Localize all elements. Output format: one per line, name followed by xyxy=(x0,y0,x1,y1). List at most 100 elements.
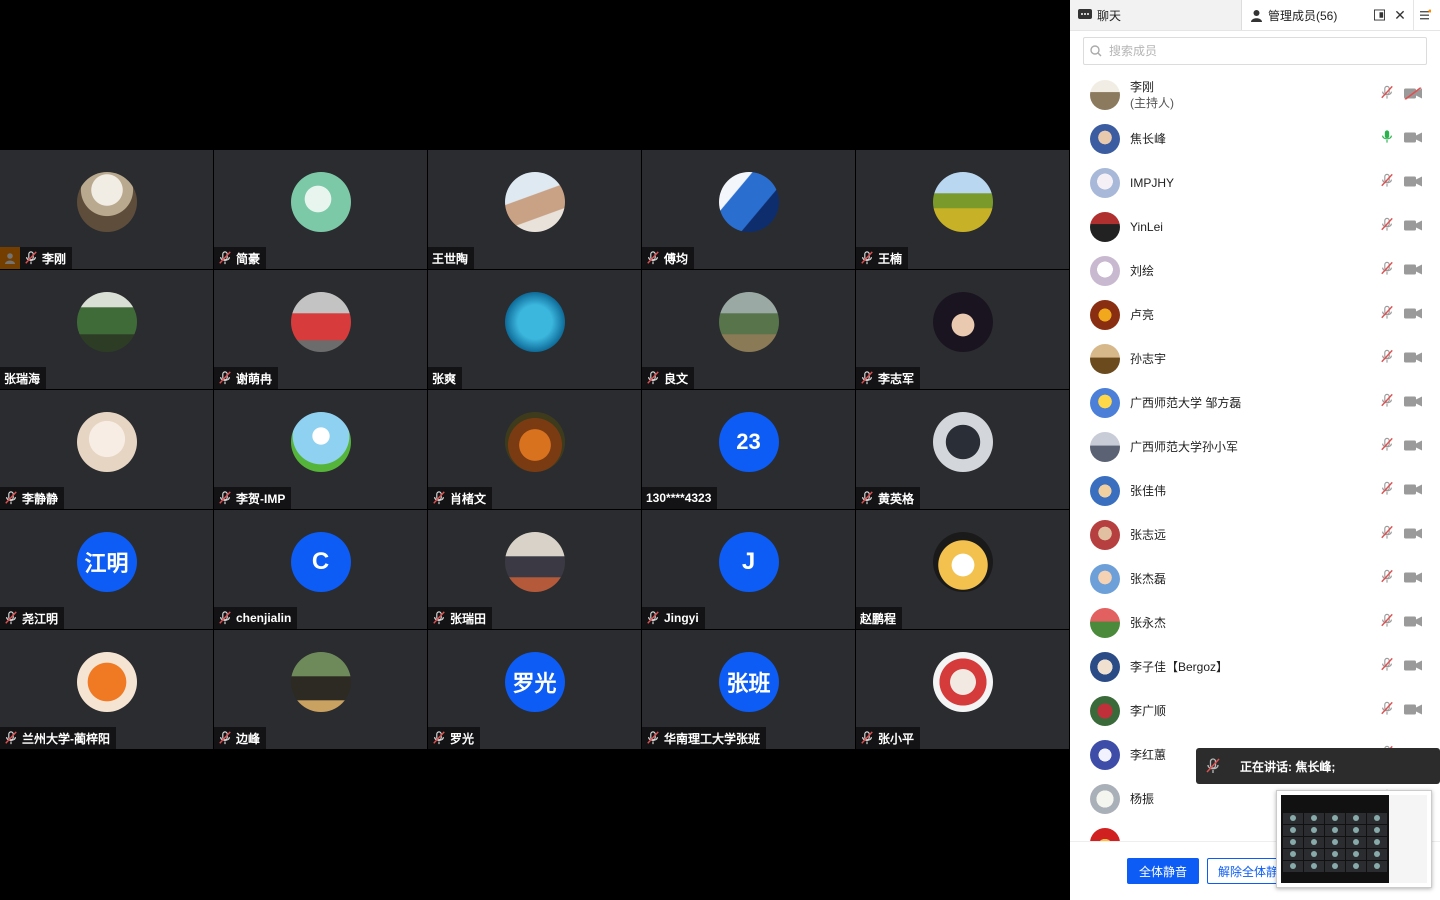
camera-icon[interactable] xyxy=(1404,438,1422,456)
member-name: 孙志宇 xyxy=(1130,352,1167,366)
video-tile[interactable]: 罗光 罗光 xyxy=(428,630,641,749)
mic-muted-icon xyxy=(218,611,232,625)
camera-icon[interactable] xyxy=(1404,570,1422,588)
video-tile[interactable]: 谢萌冉 xyxy=(214,270,427,389)
camera-icon[interactable] xyxy=(1404,262,1422,280)
member-row[interactable]: 李刚 (主持人) xyxy=(1070,73,1440,117)
camera-icon[interactable] xyxy=(1404,130,1422,148)
member-controls xyxy=(1380,613,1422,633)
avatar xyxy=(1090,300,1120,330)
preview-tile xyxy=(1283,849,1303,860)
camera-icon[interactable] xyxy=(1404,702,1422,720)
participant-name: 傅均 xyxy=(664,251,689,266)
video-tile[interactable]: 简豪 xyxy=(214,150,427,269)
video-tile[interactable]: 王楠 xyxy=(856,150,1069,269)
avatar xyxy=(932,292,993,352)
member-row[interactable]: 张佳伟 xyxy=(1070,469,1440,513)
camera-icon[interactable] xyxy=(1404,174,1422,192)
member-row[interactable]: 张永杰 xyxy=(1070,601,1440,645)
member-row[interactable]: 张杰磊 xyxy=(1070,557,1440,601)
camera-icon[interactable] xyxy=(1404,614,1422,632)
video-tile[interactable]: 王世陶 xyxy=(428,150,641,269)
participant-nametag: 李贺-IMP xyxy=(214,487,292,509)
camera-icon[interactable] xyxy=(1404,394,1422,412)
participant-nametag: 王世陶 xyxy=(428,247,475,269)
member-row[interactable]: IMPJHY xyxy=(1070,161,1440,205)
search-input[interactable] xyxy=(1107,43,1426,59)
member-row[interactable]: 刘绘 xyxy=(1070,249,1440,293)
video-tile[interactable]: 张瑞田 xyxy=(428,510,641,629)
mic-muted-icon[interactable] xyxy=(1380,569,1394,589)
close-icon[interactable]: ✕ xyxy=(1392,7,1408,23)
video-tile[interactable]: 张瑞海 xyxy=(0,270,213,389)
avatar xyxy=(1090,168,1120,198)
mic-icon[interactable] xyxy=(1380,130,1394,149)
video-tile[interactable]: 23 130****4323 xyxy=(642,390,855,509)
tab-chat[interactable]: 聊天 xyxy=(1070,0,1242,30)
mute-all-button[interactable]: 全体静音 xyxy=(1127,858,1199,884)
member-row[interactable]: 广西师范大学孙小军 xyxy=(1070,425,1440,469)
member-search[interactable] xyxy=(1083,37,1427,65)
camera-icon[interactable] xyxy=(1404,218,1422,236)
mic-muted-icon xyxy=(4,731,18,745)
member-row[interactable]: 孙志宇 xyxy=(1070,337,1440,381)
mic-muted-icon[interactable] xyxy=(1380,305,1394,325)
video-tile[interactable]: 李刚 xyxy=(0,150,213,269)
video-tile[interactable]: 李贺-IMP xyxy=(214,390,427,509)
member-list: 李刚 (主持人) 焦长峰 IMPJHY YinLei 刘绘 卢亮孙志宇广西师范大学 邹方磊广… xyxy=(1070,73,1440,841)
mic-muted-icon[interactable] xyxy=(1380,85,1394,105)
mic-muted-icon[interactable] xyxy=(1380,437,1394,457)
screen-preview-thumbnail[interactable] xyxy=(1276,790,1432,888)
tab-members[interactable]: 管理成员(56) ✕ xyxy=(1242,0,1440,30)
camera-icon[interactable] xyxy=(1404,306,1422,324)
video-tile[interactable]: 黄英格 xyxy=(856,390,1069,509)
video-tile[interactable]: J Jingyi xyxy=(642,510,855,629)
member-row[interactable]: 卢亮 xyxy=(1070,293,1440,337)
member-controls xyxy=(1380,217,1422,237)
participant-nametag: 张小平 xyxy=(856,727,921,749)
mic-muted-icon[interactable] xyxy=(1380,217,1394,237)
video-tile[interactable]: 肖楮文 xyxy=(428,390,641,509)
mic-muted-icon[interactable] xyxy=(1380,349,1394,369)
member-row[interactable]: 李广顺 xyxy=(1070,689,1440,733)
tab-members-label: 管理成员(56) xyxy=(1268,8,1338,23)
video-tile[interactable]: 张爽 xyxy=(428,270,641,389)
menu-icon[interactable] xyxy=(1413,0,1440,30)
video-tile[interactable]: 边峰 xyxy=(214,630,427,749)
video-tile[interactable]: 李志军 xyxy=(856,270,1069,389)
video-tile[interactable]: 赵鹏程 xyxy=(856,510,1069,629)
mic-muted-icon[interactable] xyxy=(1380,525,1394,545)
mic-muted-icon[interactable] xyxy=(1380,261,1394,281)
camera-icon[interactable] xyxy=(1404,526,1422,544)
video-tile[interactable]: 良文 xyxy=(642,270,855,389)
popout-icon[interactable] xyxy=(1374,7,1390,23)
video-tile[interactable]: 兰州大学-蔺梓阳 xyxy=(0,630,213,749)
camera-off-icon[interactable] xyxy=(1404,86,1422,104)
member-row[interactable]: 广西师范大学 邹方磊 xyxy=(1070,381,1440,425)
video-tile[interactable]: 江明 尧江明 xyxy=(0,510,213,629)
video-tile[interactable]: 张班 华南理工大学张班 xyxy=(642,630,855,749)
mic-muted-icon[interactable] xyxy=(1380,481,1394,501)
avatar xyxy=(290,292,351,352)
camera-icon[interactable] xyxy=(1404,482,1422,500)
participant-nametag: 张瑞海 xyxy=(0,367,47,389)
video-tile[interactable]: 傅均 xyxy=(642,150,855,269)
member-row[interactable]: 张志远 xyxy=(1070,513,1440,557)
member-row[interactable]: 李子佳【Bergoz】 xyxy=(1070,645,1440,689)
mic-muted-icon[interactable] xyxy=(1380,657,1394,677)
mic-muted-icon[interactable] xyxy=(1380,393,1394,413)
video-tile[interactable]: Cchenjialin xyxy=(214,510,427,629)
camera-icon[interactable] xyxy=(1404,658,1422,676)
avatar xyxy=(1090,80,1120,110)
preview-tile xyxy=(1283,837,1303,848)
participant-name: 张瑞田 xyxy=(450,611,487,626)
member-row[interactable]: YinLei xyxy=(1070,205,1440,249)
mic-muted-icon[interactable] xyxy=(1380,613,1394,633)
member-name-block: 广西师范大学孙小军 xyxy=(1130,439,1238,455)
mic-muted-icon[interactable] xyxy=(1380,173,1394,193)
camera-icon[interactable] xyxy=(1404,350,1422,368)
video-tile[interactable]: 张小平 xyxy=(856,630,1069,749)
member-row[interactable]: 焦长峰 xyxy=(1070,117,1440,161)
mic-muted-icon[interactable] xyxy=(1380,701,1394,721)
video-tile[interactable]: 李静静 xyxy=(0,390,213,509)
